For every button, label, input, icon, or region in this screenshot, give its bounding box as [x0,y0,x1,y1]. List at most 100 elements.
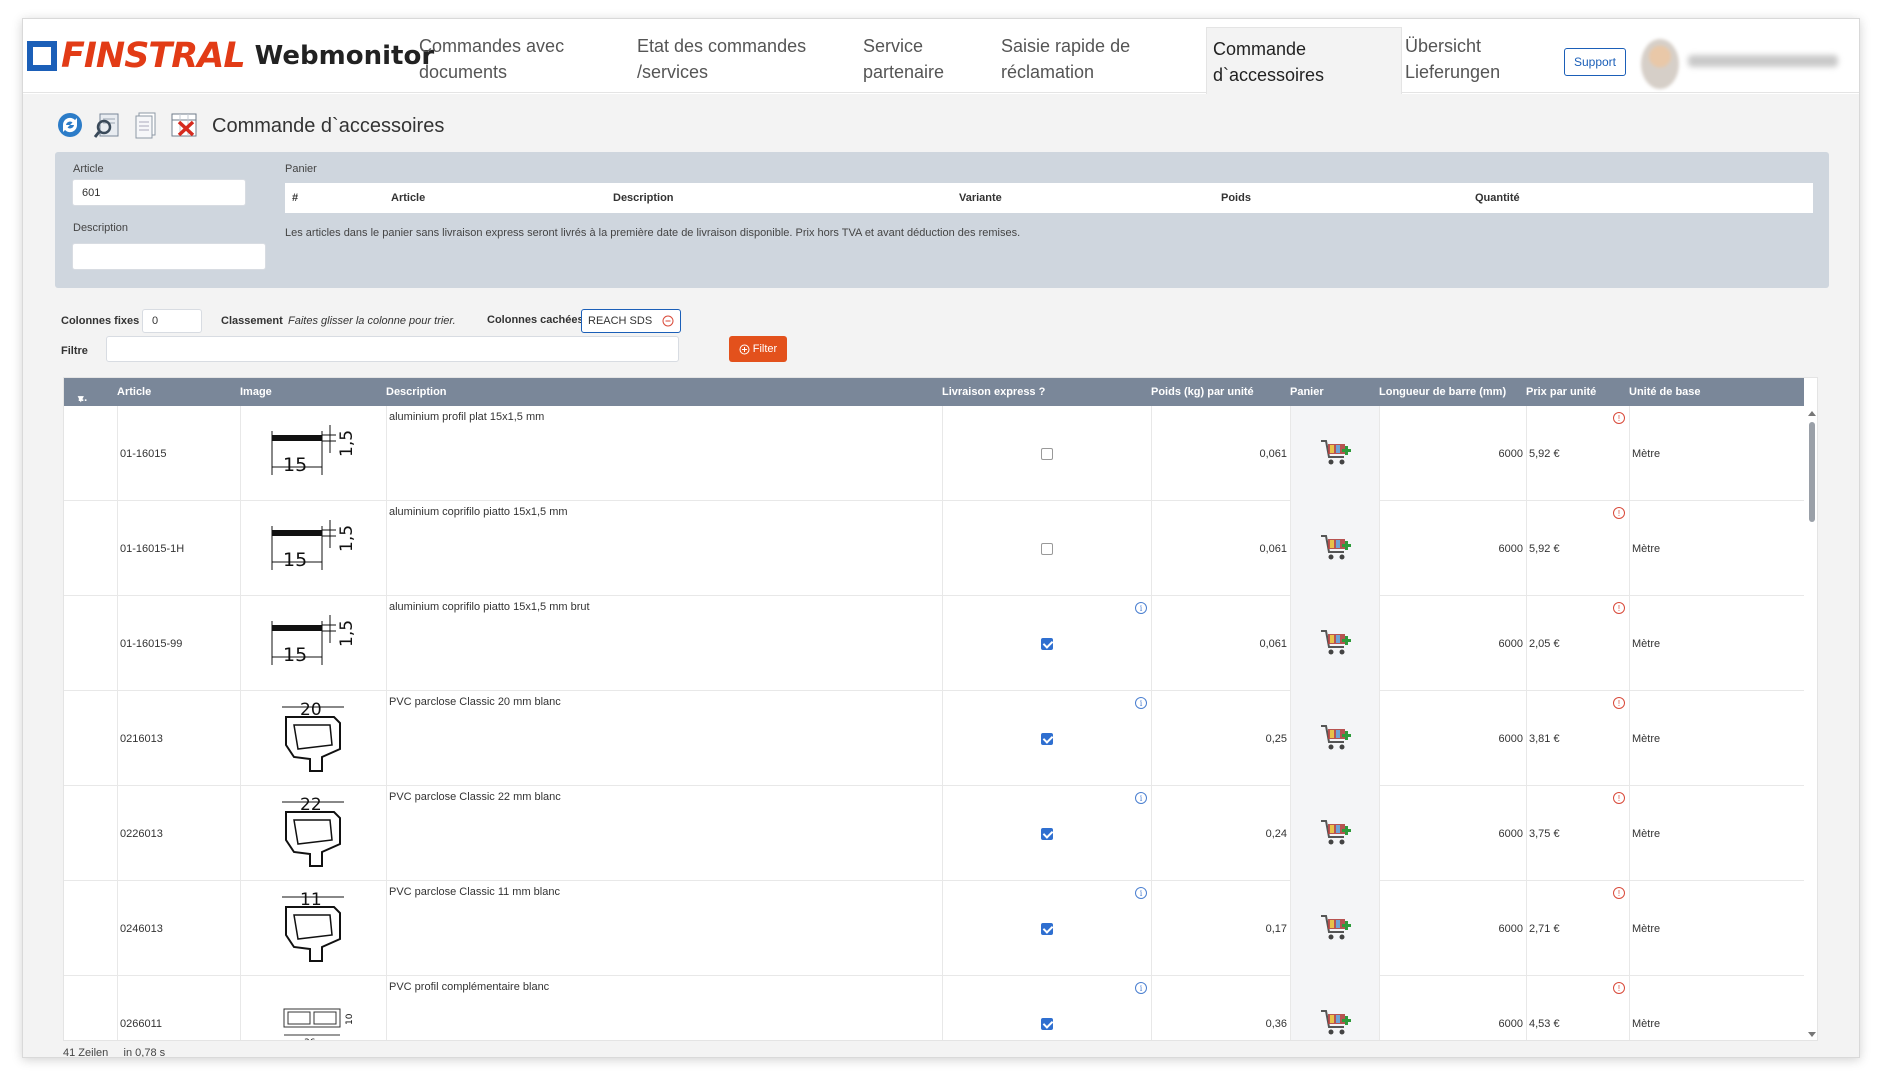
row-handle-cell [64,881,117,976]
price-info-icon[interactable]: ! [1613,602,1625,614]
document-icon[interactable] [129,108,163,142]
express-checkbox[interactable] [1041,1017,1053,1030]
table-row[interactable]: 01-16015 15 1,5 aluminium profil plat 15x… [64,406,1804,501]
add-to-cart-icon[interactable] [1319,722,1351,755]
price-info-icon[interactable]: ! [1613,887,1625,899]
info-icon[interactable]: i [1135,697,1147,709]
price-info-icon[interactable]: ! [1613,792,1625,804]
col-price[interactable]: Prix par unité [1526,386,1596,398]
nav-uebersicht-lieferungen[interactable]: Übersicht Lieferungen [1405,33,1517,85]
scroll-up-icon[interactable] [1806,408,1818,418]
nav-commandes-documents[interactable]: Commandes avec documents [419,33,579,85]
add-to-cart-icon[interactable] [1319,532,1351,565]
fixed-cols-input[interactable] [142,309,202,333]
svg-text:1,5: 1,5 [337,525,357,552]
info-icon[interactable]: i [1135,792,1147,804]
rows-count: 41 Zeilen [63,1047,109,1058]
add-to-cart-icon[interactable] [1319,1007,1351,1040]
finstral-logo[interactable]: FINSTRAL Webmonitor [27,36,434,76]
express-checkbox[interactable] [1041,732,1053,745]
col-weight[interactable]: Poids (kg) par unité [1151,386,1254,398]
cart-cell [1290,976,1379,1040]
col-cart[interactable]: Panier [1290,386,1324,398]
express-checkbox[interactable] [1041,637,1053,650]
nav-commande-accessoires[interactable]: Commande d`accessoires [1206,27,1402,94]
description-input[interactable] [72,243,266,270]
article-number: 01-16015-1H [120,542,185,555]
remove-circle-icon[interactable] [662,315,674,327]
table-row[interactable]: 01-16015-1H 15 1,5 aluminium coprifilo pi… [64,501,1804,596]
search-document-icon[interactable] [91,108,125,142]
hidden-columns-select[interactable]: REACH SDS [581,309,681,333]
filter-button[interactable]: Filter [729,336,787,362]
main-content: Commande d`accessoires Article Descripti… [23,94,1859,1058]
cart-cell [1290,501,1379,596]
express-checkbox[interactable] [1041,542,1053,555]
user-avatar[interactable] [1641,39,1679,89]
price-info-icon[interactable]: ! [1613,412,1625,424]
hidden-cols-label: Colonnes cachées [487,314,584,326]
price-value: 2,71 € [1529,922,1560,935]
description-text: PVC parclose Classic 22 mm blanc [389,791,561,803]
nav-service-partenaire[interactable]: Service partenaire [863,33,953,85]
cart-cell [1290,406,1379,501]
price-cell: 2,05 € ! [1526,596,1629,691]
col-image[interactable]: Image [240,386,272,398]
base-unit-cell: Mètre [1629,501,1804,596]
profile-drawing-icon: 11 [264,887,364,970]
plus-circle-icon [739,344,750,354]
col-article[interactable]: Article [117,386,151,398]
support-button[interactable]: Support [1564,48,1626,76]
cart-table-header: # Article Description Variante Poids Qua… [285,183,1813,213]
express-checkbox[interactable] [1041,827,1053,840]
vertical-scrollbar[interactable] [1806,406,1818,1040]
user-name-blurred[interactable] [1688,51,1838,73]
article-input[interactable] [72,179,246,206]
profile-drawing-icon: 20 [264,697,364,780]
table-row[interactable]: 0246013 11 PVC parclose Classic 11 mm bl… [64,881,1804,976]
grid-footer: 41 Zeilen in 0,78 s [63,1047,165,1058]
weight-cell: 0,24 [1151,786,1290,881]
article-number: 0246013 [120,922,163,935]
express-cell: i [942,881,1151,976]
price-info-icon[interactable]: ! [1613,507,1625,519]
filter-input[interactable] [106,336,679,362]
article-number: 0266011 [120,1017,163,1030]
table-row[interactable]: 0216013 20 PVC parclose Classic 20 mm bl… [64,691,1804,786]
nav-saisie-reclamation[interactable]: Saisie rapide de réclamation [1001,33,1146,85]
refresh-icon[interactable] [53,108,87,142]
info-icon[interactable]: i [1135,887,1147,899]
image-cell: 15 1,5 [240,406,386,501]
price-info-icon[interactable]: ! [1613,697,1625,709]
col-bar-length[interactable]: Longueur de barre (mm) [1379,386,1506,398]
description-text: aluminium coprifilo piatto 15x1,5 mm bru… [389,601,590,613]
base-unit-value: Mètre [1632,922,1661,935]
express-cell [942,501,1151,596]
col-description[interactable]: Description [386,386,447,398]
info-icon[interactable]: i [1135,602,1147,614]
express-checkbox[interactable] [1041,447,1053,460]
price-cell: 3,81 € ! [1526,691,1629,786]
svg-text:15: 15 [283,454,307,476]
add-to-cart-icon[interactable] [1319,437,1351,470]
table-row[interactable]: 0266011 36 10 PVC profil complémentaire b… [64,976,1804,1040]
description-cell: aluminium coprifilo piatto 15x1,5 mm [386,501,942,596]
bar-length-value: 6000 [1498,542,1523,555]
article-cell: 0216013 [117,691,240,786]
nav-etat-commandes[interactable]: Etat des commandes /services [637,33,812,85]
delete-sheet-icon[interactable] [167,108,201,142]
cart-col-poids: Poids [1221,192,1251,204]
col-base-unit[interactable]: Unité de base [1629,386,1701,398]
add-to-cart-icon[interactable] [1319,627,1351,660]
info-icon[interactable]: i [1135,982,1147,994]
price-info-icon[interactable]: ! [1613,982,1625,994]
express-checkbox[interactable] [1041,922,1053,935]
scroll-down-icon[interactable] [1806,1030,1818,1040]
cart-cell [1290,691,1379,786]
table-row[interactable]: 0226013 22 PVC parclose Classic 22 mm bl… [64,786,1804,881]
scroll-thumb[interactable] [1809,422,1815,522]
add-to-cart-icon[interactable] [1319,817,1351,850]
col-express[interactable]: Livraison express ? [942,386,1045,398]
table-row[interactable]: 01-16015-99 15 1,5 aluminium coprifilo pi… [64,596,1804,691]
add-to-cart-icon[interactable] [1319,912,1351,945]
